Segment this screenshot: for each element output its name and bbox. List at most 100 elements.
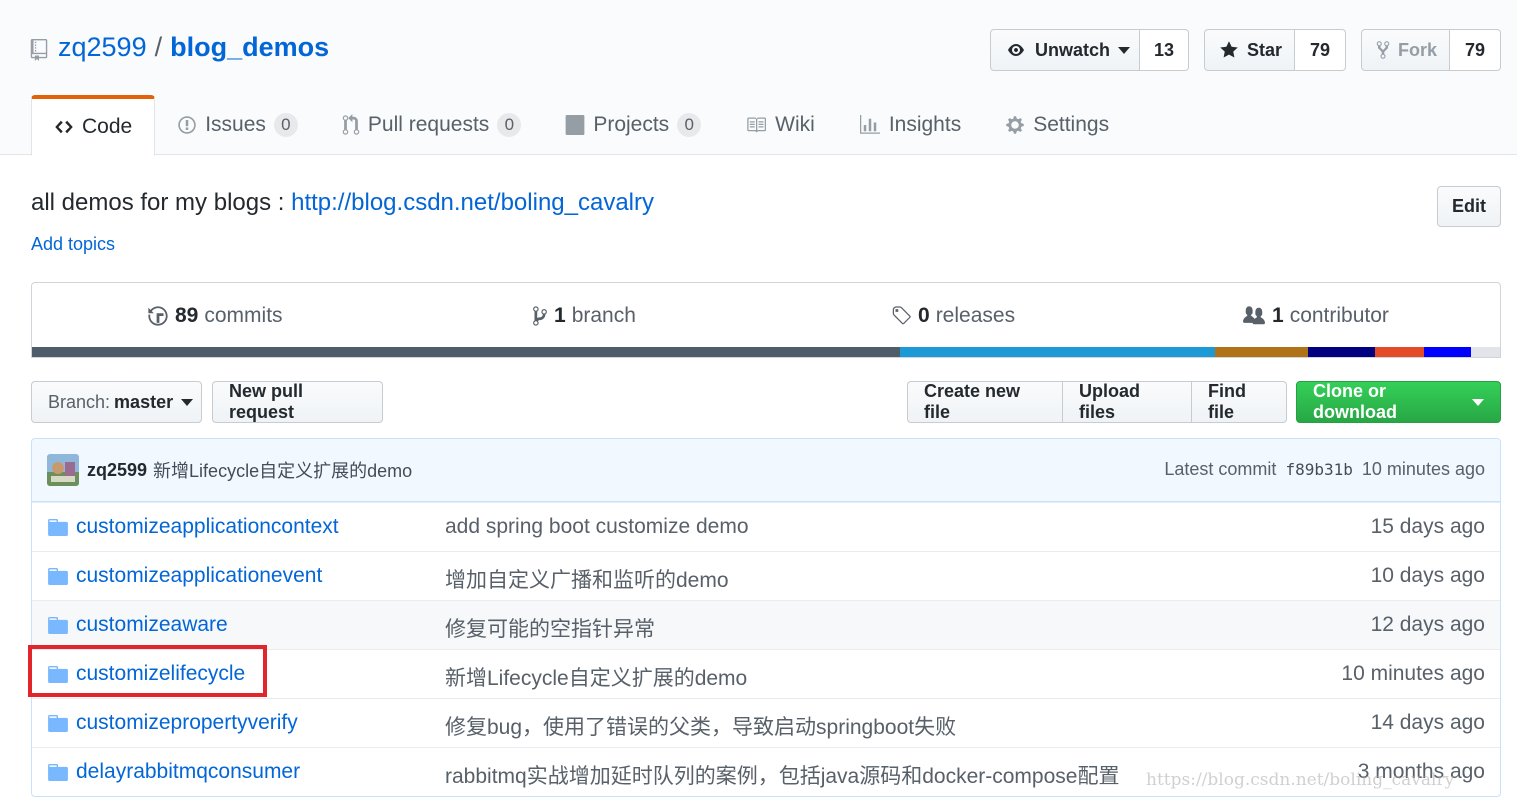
language-segment[interactable] bbox=[1375, 347, 1424, 357]
projects-counter: 0 bbox=[677, 113, 702, 137]
tab-code[interactable]: Code bbox=[31, 95, 156, 156]
contributors-link[interactable]: 1 contributor bbox=[1242, 301, 1389, 331]
tab-projects-label: Projects bbox=[593, 113, 670, 136]
file-name-link[interactable]: customizeapplicationcontext bbox=[76, 515, 339, 539]
file-actions-group: Create new file Upload files Find file bbox=[907, 381, 1287, 423]
star-count[interactable]: 79 bbox=[1295, 29, 1346, 71]
repo-separator: / bbox=[154, 32, 163, 62]
code-icon bbox=[54, 117, 74, 137]
file-commit-message[interactable]: 新增Lifecycle自定义扩展的demo bbox=[445, 662, 747, 692]
file-commit-message[interactable]: add spring boot customize demo bbox=[445, 515, 749, 539]
folder-icon bbox=[48, 764, 68, 781]
repo-name-link[interactable]: blog_demos bbox=[170, 32, 329, 63]
new-pr-wrap: New pull request bbox=[212, 381, 383, 423]
homepage-link[interactable]: http://blog.csdn.net/boling_cavalry bbox=[291, 189, 654, 216]
contributor-count: 1 bbox=[1272, 304, 1284, 327]
unwatch-button[interactable]: Unwatch bbox=[990, 29, 1140, 71]
fork-count[interactable]: 79 bbox=[1450, 29, 1501, 71]
file-name-link[interactable]: customizeaware bbox=[76, 613, 228, 637]
tab-issues[interactable]: Issues 0 bbox=[155, 95, 320, 155]
graph-icon bbox=[859, 115, 881, 135]
commit-message[interactable]: 新增Lifecycle自定义扩展的demo bbox=[153, 457, 412, 483]
upload-files-button[interactable]: Upload files bbox=[1062, 381, 1191, 423]
file-commit-message[interactable]: rabbitmq实战增加延时队列的案例，包括java源码和docker-comp… bbox=[445, 760, 1119, 790]
fork-button[interactable]: Fork bbox=[1361, 29, 1450, 71]
file-table: zq2599 新增Lifecycle自定义扩展的demo Latest comm… bbox=[31, 438, 1501, 797]
releases-count: 0 bbox=[918, 304, 930, 327]
chevron-down-icon bbox=[1472, 398, 1484, 406]
branches-link[interactable]: 1 branch bbox=[532, 301, 636, 331]
find-file-button[interactable]: Find file bbox=[1191, 381, 1287, 423]
file-name-link[interactable]: delayrabbitmqconsumer bbox=[76, 760, 300, 784]
file-age: 10 days ago bbox=[1370, 564, 1485, 587]
watch-count[interactable]: 13 bbox=[1140, 29, 1189, 71]
create-new-file-button[interactable]: Create new file bbox=[907, 381, 1062, 423]
branch-select-button[interactable]: Branch: master bbox=[31, 381, 202, 423]
commits-link[interactable]: 89 commits bbox=[147, 301, 283, 331]
clone-or-download-button[interactable]: Clone or download bbox=[1296, 381, 1501, 423]
releases-link[interactable]: 0 releases bbox=[890, 301, 1015, 331]
table-row: customizepropertyverify 修复bug，使用了错误的父类，导… bbox=[32, 698, 1500, 747]
branch-name: master bbox=[114, 391, 174, 412]
history-icon bbox=[147, 305, 169, 327]
tab-pull-requests-label: Pull requests bbox=[367, 113, 490, 136]
watermark: https://blog.csdn.net/boling_cavalry bbox=[1146, 770, 1455, 790]
clone-wrap: Clone or download bbox=[1296, 381, 1501, 423]
repo-owner-link[interactable]: zq2599 bbox=[58, 32, 147, 63]
file-age: 14 days ago bbox=[1370, 711, 1485, 734]
language-segment[interactable] bbox=[1423, 347, 1471, 357]
file-commit-message[interactable]: 修复bug，使用了错误的父类，导致启动springboot失败 bbox=[445, 711, 956, 741]
branch-icon bbox=[532, 305, 548, 327]
new-pull-request-button[interactable]: New pull request bbox=[212, 381, 383, 423]
latest-commit-bar: zq2599 新增Lifecycle自定义扩展的demo Latest comm… bbox=[32, 439, 1500, 502]
repo-icon bbox=[30, 37, 48, 61]
file-commit-message[interactable]: 修复可能的空指针异常 bbox=[445, 613, 655, 643]
branch-prefix: Branch: bbox=[48, 391, 111, 412]
tab-wiki[interactable]: Wiki bbox=[723, 95, 837, 155]
table-row: customizeapplicationcontext add spring b… bbox=[32, 502, 1500, 551]
file-age: 15 days ago bbox=[1370, 515, 1485, 538]
file-name-link[interactable]: customizeapplicationevent bbox=[76, 564, 322, 588]
edit-button[interactable]: Edit bbox=[1437, 186, 1501, 227]
star-label: Star bbox=[1247, 39, 1283, 60]
language-segment[interactable] bbox=[1470, 347, 1500, 357]
contributor-label: contributor bbox=[1289, 304, 1389, 327]
tab-projects[interactable]: Projects 0 bbox=[543, 95, 723, 155]
repo-title: zq2599 / blog_demos bbox=[30, 32, 329, 63]
issues-counter: 0 bbox=[273, 113, 298, 137]
tab-pull-requests[interactable]: Pull requests 0 bbox=[320, 95, 543, 155]
tab-issues-label: Issues bbox=[205, 113, 266, 136]
language-segment[interactable] bbox=[32, 347, 900, 357]
file-commit-message[interactable]: 增加自定义广播和监听的demo bbox=[445, 564, 729, 594]
tab-insights-label: Insights bbox=[888, 113, 962, 136]
table-row: customizeaware 修复可能的空指针异常 12 days ago bbox=[32, 600, 1500, 649]
book-icon bbox=[745, 115, 767, 135]
repo-header: zq2599 / blog_demos Unwatch 13 Star 79 F… bbox=[0, 0, 1517, 156]
language-segment[interactable] bbox=[899, 347, 1216, 357]
clone-label: Clone or download bbox=[1313, 381, 1397, 422]
add-topics-link[interactable]: Add topics bbox=[31, 234, 115, 255]
tab-code-label: Code bbox=[82, 115, 133, 138]
star-group: Star 79 bbox=[1204, 29, 1346, 71]
star-button[interactable]: Star bbox=[1204, 29, 1295, 71]
file-name-link[interactable]: customizepropertyverify bbox=[76, 711, 298, 735]
releases-label: releases bbox=[935, 304, 1016, 327]
eye-icon bbox=[1005, 42, 1027, 58]
tab-insights[interactable]: Insights bbox=[837, 95, 983, 155]
commit-sha[interactable]: f89b31b bbox=[1285, 460, 1352, 479]
repo-summary: 89 commits 1 branch 0 releases 1 contrib… bbox=[31, 282, 1501, 358]
avatar[interactable] bbox=[47, 454, 79, 486]
language-bar[interactable] bbox=[32, 347, 1500, 357]
issue-icon bbox=[177, 115, 197, 135]
language-segment[interactable] bbox=[1307, 347, 1376, 357]
repo-nav-tabs: Code Issues 0 Pull requests 0 Projects 0 bbox=[31, 95, 1131, 156]
folder-icon bbox=[48, 568, 68, 585]
repo-description: all demos for my blogs : http://blog.csd… bbox=[31, 189, 654, 217]
chevron-down-icon bbox=[1118, 46, 1131, 54]
commit-author[interactable]: zq2599 bbox=[87, 460, 147, 481]
pull-request-icon bbox=[342, 114, 360, 136]
fork-icon bbox=[1376, 40, 1390, 60]
tab-settings[interactable]: Settings bbox=[983, 95, 1131, 155]
language-segment[interactable] bbox=[1215, 347, 1308, 357]
folder-icon bbox=[48, 617, 68, 634]
